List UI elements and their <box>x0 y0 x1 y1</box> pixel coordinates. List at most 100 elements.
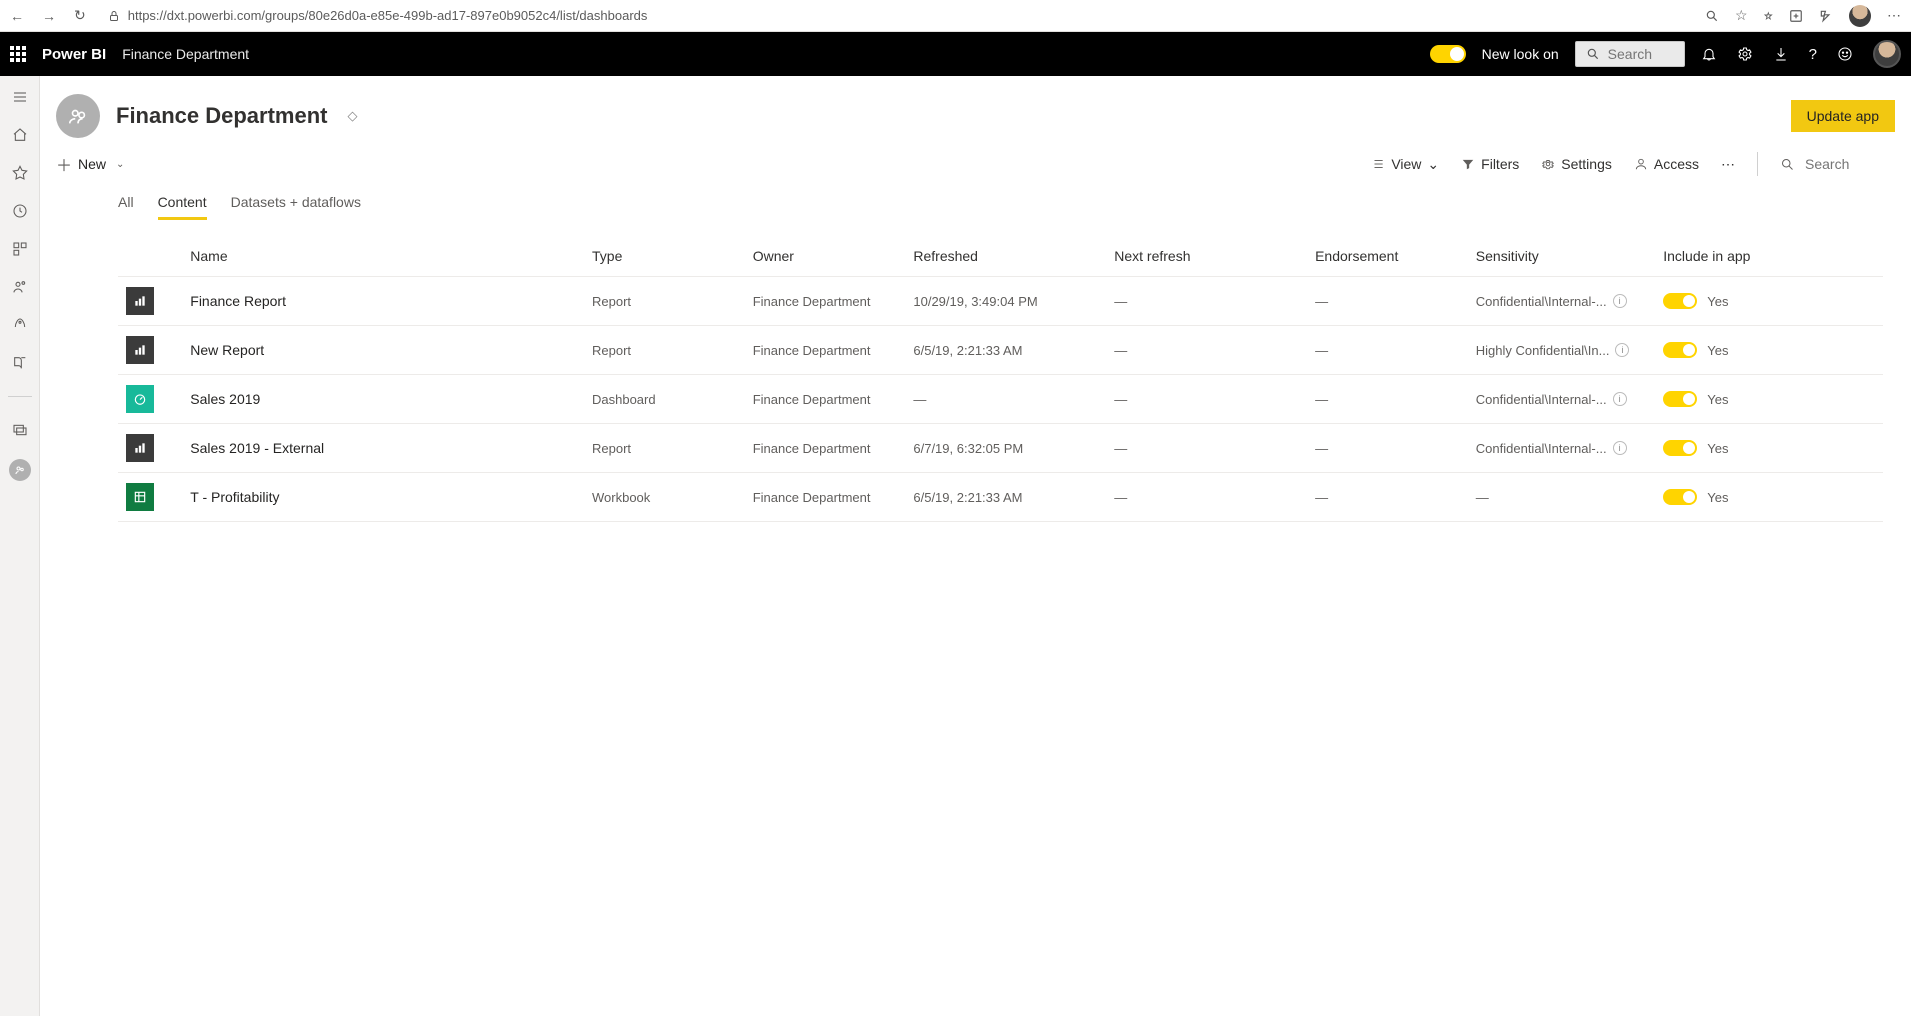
table-row[interactable]: New ReportReportFinance Department6/5/19… <box>118 326 1883 375</box>
learn-icon[interactable] <box>11 354 29 372</box>
col-type[interactable]: Type <box>584 236 745 277</box>
cell-endorsement: — <box>1307 326 1468 375</box>
cell-refreshed: 10/29/19, 3:49:04 PM <box>905 277 1106 326</box>
col-next-refresh[interactable]: Next refresh <box>1106 236 1307 277</box>
col-name[interactable]: Name <box>182 236 584 277</box>
info-icon[interactable]: i <box>1613 441 1627 455</box>
cell-sensitivity: — <box>1476 490 1489 505</box>
hamburger-icon[interactable] <box>11 88 29 106</box>
browser-toolbar: ← → ↻ ☆ ⭐︎ ⋯ <box>0 0 1911 32</box>
cell-name[interactable]: T - Profitability <box>182 473 584 522</box>
cell-name[interactable]: Sales 2019 <box>182 375 584 424</box>
include-toggle[interactable] <box>1663 391 1697 407</box>
user-avatar[interactable] <box>1873 40 1901 68</box>
help-icon[interactable]: ? <box>1809 46 1817 63</box>
list-search[interactable] <box>1780 156 1895 172</box>
apps-icon[interactable] <box>11 240 29 258</box>
plus-icon: ＋ <box>56 152 72 176</box>
notifications-icon[interactable] <box>1701 46 1717 62</box>
include-toggle[interactable] <box>1663 440 1697 456</box>
global-search-input[interactable] <box>1608 46 1674 62</box>
col-refreshed[interactable]: Refreshed <box>905 236 1106 277</box>
update-app-button[interactable]: Update app <box>1791 100 1895 132</box>
premium-diamond-icon: ◇ <box>348 108 358 124</box>
report-icon <box>126 287 154 315</box>
collections-icon[interactable] <box>1789 9 1803 23</box>
cell-name[interactable]: Sales 2019 - External <box>182 424 584 473</box>
tab-datasets[interactable]: Datasets + dataflows <box>231 186 361 220</box>
header-breadcrumb[interactable]: Finance Department <box>122 46 249 62</box>
home-icon[interactable] <box>11 126 29 144</box>
forward-icon[interactable]: → <box>42 8 56 24</box>
info-icon[interactable]: i <box>1615 343 1629 357</box>
cell-type: Report <box>584 424 745 473</box>
include-toggle[interactable] <box>1663 293 1697 309</box>
tab-content[interactable]: Content <box>158 186 207 220</box>
col-sensitivity[interactable]: Sensitivity <box>1468 236 1655 277</box>
include-label: Yes <box>1707 392 1728 407</box>
more-icon[interactable]: ⋯ <box>1721 156 1735 173</box>
list-icon <box>1371 157 1385 171</box>
refresh-icon[interactable]: ↻ <box>74 7 86 24</box>
command-bar: ＋ New ⌄ View ⌄ Filters Settings <box>40 146 1911 186</box>
gear-icon <box>1541 157 1555 171</box>
table-row[interactable]: Finance ReportReportFinance Department10… <box>118 277 1883 326</box>
star-outline-icon[interactable]: ☆ <box>1735 7 1748 24</box>
tab-all[interactable]: All <box>118 186 134 220</box>
list-search-input[interactable] <box>1805 156 1895 172</box>
favorites-icon[interactable]: ⭐︎ <box>1764 7 1773 24</box>
col-owner[interactable]: Owner <box>745 236 906 277</box>
col-endorsement[interactable]: Endorsement <box>1307 236 1468 277</box>
feedback-icon[interactable] <box>1837 46 1853 62</box>
browser-profile-avatar[interactable] <box>1849 5 1871 27</box>
cell-type: Report <box>584 277 745 326</box>
cell-name[interactable]: Finance Report <box>182 277 584 326</box>
cell-next-refresh: — <box>1106 326 1307 375</box>
current-workspace-icon[interactable] <box>9 459 31 481</box>
address-bar[interactable] <box>100 6 1691 25</box>
info-icon[interactable]: i <box>1613 294 1627 308</box>
info-icon[interactable]: i <box>1613 392 1627 406</box>
report-icon <box>126 434 154 462</box>
access-button[interactable]: Access <box>1634 156 1699 172</box>
table-row[interactable]: T - ProfitabilityWorkbookFinance Departm… <box>118 473 1883 522</box>
cell-refreshed: 6/5/19, 2:21:33 AM <box>905 326 1106 375</box>
view-button[interactable]: View ⌄ <box>1371 156 1439 173</box>
workspaces-icon[interactable] <box>11 421 29 439</box>
gear-icon[interactable] <box>1737 46 1753 62</box>
include-toggle[interactable] <box>1663 489 1697 505</box>
cell-sensitivity: Confidential\Internal-... <box>1476 441 1607 456</box>
settings-label: Settings <box>1561 156 1612 172</box>
new-look-toggle[interactable] <box>1430 45 1466 63</box>
table-row[interactable]: Sales 2019DashboardFinance Department———… <box>118 375 1883 424</box>
favorites-rail-icon[interactable] <box>11 164 29 182</box>
col-include[interactable]: Include in app <box>1655 236 1883 277</box>
new-look-label: New look on <box>1482 46 1559 62</box>
table-row[interactable]: Sales 2019 - ExternalReportFinance Depar… <box>118 424 1883 473</box>
back-icon[interactable]: ← <box>10 8 24 24</box>
url-input[interactable] <box>128 8 1683 23</box>
cell-refreshed: 6/7/19, 6:32:05 PM <box>905 424 1106 473</box>
zoom-icon[interactable] <box>1705 9 1719 23</box>
filters-button[interactable]: Filters <box>1461 156 1519 172</box>
cell-name[interactable]: New Report <box>182 326 584 375</box>
include-toggle[interactable] <box>1663 342 1697 358</box>
new-button[interactable]: ＋ New ⌄ <box>56 152 124 176</box>
deployment-icon[interactable] <box>11 316 29 334</box>
cell-owner: Finance Department <box>745 375 906 424</box>
chevron-down-icon: ⌄ <box>1427 156 1439 173</box>
cell-next-refresh: — <box>1106 473 1307 522</box>
settings-button[interactable]: Settings <box>1541 156 1612 172</box>
shared-icon[interactable] <box>11 278 29 296</box>
cell-next-refresh: — <box>1106 277 1307 326</box>
workspace-avatar <box>56 94 100 138</box>
browser-more-icon[interactable]: ⋯ <box>1887 7 1901 24</box>
recent-icon[interactable] <box>11 202 29 220</box>
download-icon[interactable] <box>1773 46 1789 62</box>
search-icon <box>1586 47 1600 61</box>
dashboard-icon <box>126 385 154 413</box>
include-label: Yes <box>1707 294 1728 309</box>
app-launcher-icon[interactable] <box>10 46 26 62</box>
global-search[interactable] <box>1575 41 1685 67</box>
extension-icon[interactable] <box>1819 9 1833 23</box>
